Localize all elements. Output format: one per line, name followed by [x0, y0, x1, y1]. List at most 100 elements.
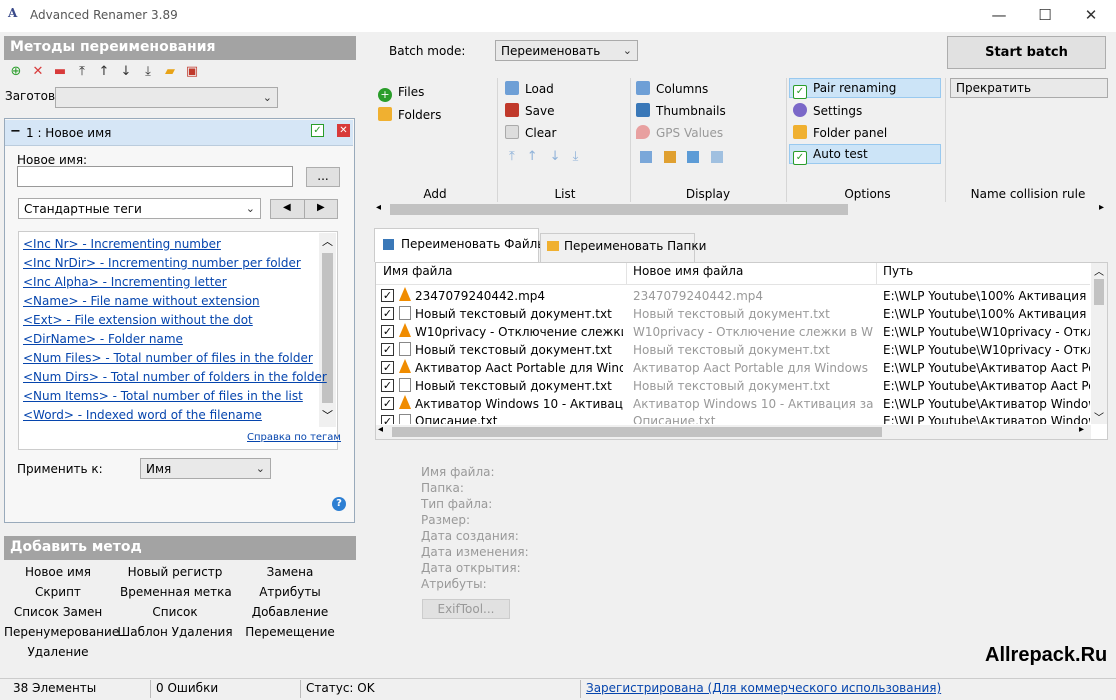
- scroll-right-icon[interactable]: ▸: [1079, 424, 1084, 435]
- columns-button[interactable]: Columns: [636, 81, 708, 96]
- preset-combo[interactable]: ⌄: [55, 87, 278, 108]
- folder-panel-button[interactable]: Folder panel: [793, 125, 887, 140]
- tab-rename-folders[interactable]: Переименовать Папки: [540, 233, 706, 262]
- collapse-icon[interactable]: −: [10, 124, 21, 139]
- browse-button[interactable]: ...: [306, 167, 340, 187]
- move-down-icon[interactable]: ↓: [115, 62, 137, 82]
- add-files-button[interactable]: + Files: [378, 85, 424, 102]
- add-method-move[interactable]: Перемещение: [240, 625, 340, 639]
- add-method-replace-list[interactable]: Список Замен: [8, 605, 108, 619]
- maximize-button[interactable]: ☐: [1022, 0, 1068, 32]
- tag-link[interactable]: <Inc Nr> - Incrementing number: [23, 237, 221, 251]
- view-thumbs-icon[interactable]: [664, 151, 676, 163]
- add-method-remove[interactable]: Удаление: [8, 645, 108, 659]
- row-checkbox[interactable]: ✓: [381, 397, 394, 410]
- pair-renaming-toggle[interactable]: ✓ Pair renaming: [793, 81, 896, 99]
- column-header-filename[interactable]: Имя файла: [383, 264, 453, 278]
- add-method-replace[interactable]: Замена: [240, 565, 340, 579]
- move-up-icon[interactable]: ↑: [93, 62, 115, 82]
- add-method-new-name[interactable]: Новое имя: [8, 565, 108, 579]
- remove-all-icon[interactable]: ▬: [49, 62, 71, 82]
- next-tag-icon[interactable]: ▶: [317, 202, 325, 213]
- row-checkbox[interactable]: ✓: [381, 325, 394, 338]
- tags-dropdown[interactable]: Стандартные теги ⌄: [18, 198, 261, 219]
- save-list-button[interactable]: Save: [505, 103, 554, 118]
- add-method-attributes[interactable]: Атрибуты: [240, 585, 340, 599]
- view-list-icon[interactable]: [640, 151, 652, 163]
- column-header-new-filename[interactable]: Новое имя файла: [633, 264, 743, 278]
- remove-method-icon[interactable]: ✕: [27, 62, 49, 82]
- grid-vertical-scrollbar[interactable]: ︿ ﹀: [1091, 263, 1107, 424]
- new-name-input[interactable]: [17, 166, 293, 187]
- row-checkbox[interactable]: ✓: [381, 343, 394, 356]
- row-checkbox[interactable]: ✓: [381, 415, 394, 424]
- clear-button[interactable]: Clear: [505, 125, 556, 140]
- scroll-up-icon[interactable]: ︿: [1094, 263, 1104, 278]
- add-method-script[interactable]: Скрипт: [8, 585, 108, 599]
- batch-mode-combo[interactable]: Переименовать ⌄: [495, 40, 638, 61]
- registration-link[interactable]: Зарегистрирована (Для коммерческого испо…: [586, 681, 941, 695]
- row-checkbox[interactable]: ✓: [381, 289, 394, 302]
- apply-to-combo[interactable]: Имя ⌄: [140, 458, 271, 479]
- tag-link[interactable]: <Word> - Indexed word of the filename: [23, 408, 262, 422]
- minimize-button[interactable]: —: [976, 0, 1022, 32]
- scroll-down-icon[interactable]: ﹀: [322, 407, 333, 423]
- scroll-up-icon[interactable]: ︿: [322, 233, 333, 249]
- add-method-timestamp[interactable]: Временная метка: [120, 585, 232, 599]
- view-details-icon[interactable]: [711, 151, 723, 163]
- tag-link[interactable]: <Num Files> - Total number of files in t…: [23, 351, 313, 365]
- start-batch-button[interactable]: Start batch: [947, 36, 1106, 69]
- scroll-right-icon[interactable]: ▸: [1099, 202, 1104, 213]
- tag-link[interactable]: <Name> - File name without extension: [23, 294, 260, 308]
- tag-link[interactable]: <Inc Alpha> - Incrementing letter: [23, 275, 227, 289]
- add-method-add[interactable]: Добавление: [240, 605, 340, 619]
- row-checkbox[interactable]: ✓: [381, 307, 394, 320]
- scroll-thumb[interactable]: [392, 427, 882, 437]
- add-method-list[interactable]: Список: [120, 605, 230, 619]
- tag-link[interactable]: <Inc NrDir> - Incrementing number per fo…: [23, 256, 301, 270]
- scroll-down-icon[interactable]: ﹀: [1094, 409, 1104, 424]
- tab-rename-files[interactable]: Переименовать Файлы: [374, 228, 547, 262]
- move-bottom-icon[interactable]: ⤓: [137, 62, 159, 82]
- add-folders-button[interactable]: Folders: [378, 107, 441, 122]
- row-checkbox[interactable]: ✓: [381, 361, 394, 374]
- tags-scrollbar[interactable]: ︿ ﹀: [319, 233, 336, 427]
- scroll-thumb[interactable]: [1094, 279, 1104, 305]
- move-up-icon[interactable]: ↑: [527, 149, 550, 164]
- thumbnails-button[interactable]: Thumbnails: [636, 103, 726, 118]
- table-row[interactable]: ✓ Описание.txt Описание.txt E:\WLP Youtu…: [376, 413, 1090, 424]
- enable-check-icon[interactable]: ✓: [311, 124, 324, 137]
- tag-link[interactable]: <Num Dirs> - Total number of folders in …: [23, 370, 327, 384]
- help-icon[interactable]: ?: [332, 497, 346, 511]
- close-button[interactable]: ✕: [1068, 0, 1114, 32]
- save-icon[interactable]: ▣: [181, 62, 203, 82]
- grid-horizontal-scrollbar[interactable]: ◂ ▸: [376, 424, 1091, 439]
- add-method-icon[interactable]: ⊕: [5, 62, 27, 82]
- delete-method-icon[interactable]: ✕: [337, 124, 350, 137]
- tag-link[interactable]: <Ext> - File extension without the dot: [23, 313, 253, 327]
- gps-values-button[interactable]: GPS Values: [636, 125, 723, 140]
- auto-test-toggle[interactable]: ✓ Auto test: [793, 147, 868, 165]
- move-top-icon[interactable]: ⤒: [71, 62, 93, 82]
- row-checkbox[interactable]: ✓: [381, 379, 394, 392]
- scroll-thumb[interactable]: [390, 204, 848, 215]
- tag-link[interactable]: <Num Items> - Total number of files in t…: [23, 389, 303, 403]
- toolbar-scrollbar[interactable]: ◂ ▸: [374, 202, 1111, 217]
- tags-help-link[interactable]: Справка по тегам: [247, 432, 341, 443]
- settings-button[interactable]: Settings: [793, 103, 862, 118]
- add-method-new-case[interactable]: Новый регистр: [120, 565, 230, 579]
- collision-rule-combo[interactable]: Прекратить: [950, 78, 1108, 98]
- add-method-renumber[interactable]: Перенумерование: [4, 625, 119, 639]
- scroll-left-icon[interactable]: ◂: [378, 424, 383, 435]
- exiftool-button[interactable]: ExifTool...: [422, 599, 510, 619]
- add-method-remove-pattern[interactable]: Шаблон Удаления: [116, 625, 234, 639]
- move-top-icon[interactable]: ⤒: [509, 149, 527, 164]
- open-folder-icon[interactable]: ▰: [159, 62, 181, 82]
- move-down-icon[interactable]: ↓: [550, 149, 573, 164]
- scroll-left-icon[interactable]: ◂: [376, 202, 381, 213]
- tag-link[interactable]: <DirName> - Folder name: [23, 332, 183, 346]
- move-bottom-icon[interactable]: ⤓: [573, 149, 591, 164]
- view-grid-icon[interactable]: [687, 151, 699, 163]
- column-header-path[interactable]: Путь: [883, 264, 913, 278]
- prev-tag-icon[interactable]: ◀: [283, 202, 291, 213]
